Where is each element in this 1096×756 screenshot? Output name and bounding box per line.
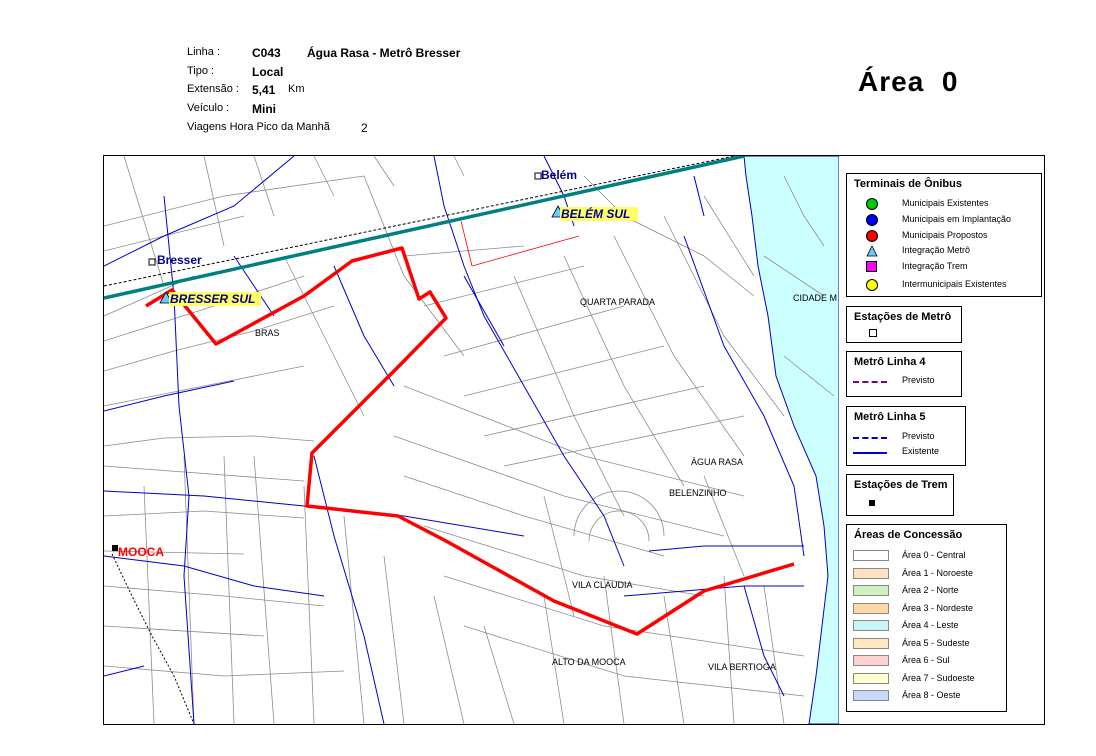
legend-item: Municipais Propostos <box>854 229 1044 243</box>
green-circle-icon <box>866 198 878 210</box>
map-panel[interactable]: Belém BELÉM SUL Bresser BRESSER SUL BRAS… <box>103 155 840 725</box>
tipo-label: Tipo : <box>187 65 215 77</box>
area-swatch <box>853 655 889 666</box>
area-swatch <box>853 638 889 649</box>
area-label: Área 7 - Sudoeste <box>902 673 975 683</box>
blue-dashed-line-icon <box>853 437 887 439</box>
legend-estacoes-metro: Estações de Metrô <box>846 306 962 343</box>
veiculo-label: Veículo : <box>187 102 230 114</box>
place-label-bresser: Bresser <box>157 253 202 267</box>
area-label: Área 8 - Oeste <box>902 690 961 700</box>
place-label-belem: Belém <box>541 168 578 182</box>
area-label: Área 4 - Leste <box>902 620 959 630</box>
route-info: Linha : C043 Água Rasa - Metrô Bresser T… <box>187 46 587 141</box>
area-title: Área 0 <box>858 66 959 97</box>
place-label-alto-da-mooca: ALTO DA MOOCA <box>552 657 626 667</box>
legend-metro-linha4: Metrô Linha 4 Previsto <box>846 351 962 397</box>
train-station-icon <box>869 500 875 506</box>
area-label: Área 6 - Sul <box>902 655 950 665</box>
legend-item: Municipais em Implantação <box>854 213 1044 227</box>
blue-solid-line-icon <box>853 452 887 454</box>
legend-metro-linha5-title: Metrô Linha 5 <box>854 411 926 423</box>
legend-panel: Terminais de Ônibus Municipais Existente… <box>839 155 1045 725</box>
place-label-bras: BRAS <box>255 328 280 338</box>
place-label-mooca: MOOCA <box>118 545 164 559</box>
area-swatch <box>853 568 889 579</box>
map-canvas[interactable] <box>104 156 839 724</box>
linha-code: C043 <box>252 46 281 60</box>
place-label-vila-claudia: VILA CLAUDIA <box>572 580 633 590</box>
red-circle-icon <box>866 230 878 242</box>
extensao-unit: Km <box>288 83 305 95</box>
place-label-belem-sul: BELÉM SUL <box>561 207 631 221</box>
area-swatch <box>853 620 889 631</box>
legend-item-label: Integração Trem <box>902 261 968 271</box>
planned-link <box>471 235 580 267</box>
legend-estacoes-trem-title: Estações de Trem <box>854 479 948 491</box>
area-swatch <box>853 585 889 596</box>
area-swatch <box>853 603 889 614</box>
legend-metro-linha4-title: Metrô Linha 4 <box>854 356 926 368</box>
area-4-region <box>743 156 839 724</box>
legend-areas: Áreas de Concessão Área 0 - Central Área … <box>846 524 1007 712</box>
metro-station-icon <box>869 329 877 337</box>
linha-name: Água Rasa - Metrô Bresser <box>307 46 461 60</box>
legend-item-label: Previsto <box>902 431 935 441</box>
extensao-label: Extensão : <box>187 83 239 95</box>
tipo-value: Local <box>252 65 284 79</box>
place-label-belenzinho: BELENZINHO <box>669 488 727 498</box>
triangle-icon <box>866 245 878 257</box>
place-label-quarta-parada: QUARTA PARADA <box>580 297 656 307</box>
viagens-value: 2 <box>361 121 368 135</box>
legend-item-label: Municipais em Implantação <box>902 214 1012 224</box>
legend-estacoes-trem: Estações de Trem <box>846 474 954 516</box>
place-label-cidade-mae: CIDADE M <box>793 293 838 303</box>
street-network <box>104 156 835 724</box>
place-label-bresser-sul: BRESSER SUL <box>170 292 256 306</box>
veiculo-value: Mini <box>252 102 276 116</box>
area-swatch <box>853 550 889 561</box>
legend-item: Integração Trem <box>854 260 1044 274</box>
legend-item-label: Integração Metrô <box>902 245 971 255</box>
legend-item-label: Municipais Propostos <box>902 230 988 240</box>
legend-metro-linha5: Metrô Linha 5 Previsto Existente <box>846 406 966 466</box>
bresser-station-icon <box>148 258 156 266</box>
legend-estacoes-metro-title: Estações de Metrô <box>854 311 952 323</box>
viagens-label: Viagens Hora Pico da Manhã <box>187 121 330 133</box>
area-label: Área 2 - Norte <box>902 585 959 595</box>
legend-item-label: Previsto <box>902 375 935 385</box>
area-label: Área 1 - Noroeste <box>902 568 974 578</box>
legend-item-label: Intermunicipais Existentes <box>902 279 1007 289</box>
area-label: Área 3 - Nordeste <box>902 603 974 613</box>
purple-dashed-line-icon <box>853 381 887 383</box>
area-swatch <box>853 690 889 701</box>
main-roads <box>104 156 805 724</box>
place-label-vila-bertioga: VILA BERTIOGA <box>708 662 776 672</box>
magenta-square-icon <box>866 261 877 272</box>
legend-areas-title: Áreas de Concessão <box>854 529 963 541</box>
legend-item: Intermunicipais Existentes <box>854 278 1044 292</box>
legend-terminais: Terminais de Ônibus Municipais Existente… <box>846 173 1042 297</box>
area-swatch <box>853 673 889 684</box>
legend-item-label: Existente <box>902 446 940 456</box>
legend-terminais-title: Terminais de Ônibus <box>854 178 962 190</box>
extensao-value: 5,41 <box>252 83 276 97</box>
legend-item: Municipais Existentes <box>854 197 1044 211</box>
area-label: Área 5 - Sudeste <box>902 638 970 648</box>
place-label-agua-rasa: ÁGUA RASA <box>691 457 744 467</box>
blue-circle-icon <box>866 214 878 226</box>
area-label: Área 0 - Central <box>902 550 966 560</box>
linha-label: Linha : <box>187 46 221 58</box>
legend-item: Integração Metrô <box>854 244 1044 258</box>
yellow-circle-icon <box>866 279 878 291</box>
legend-item-label: Municipais Existentes <box>902 198 989 208</box>
